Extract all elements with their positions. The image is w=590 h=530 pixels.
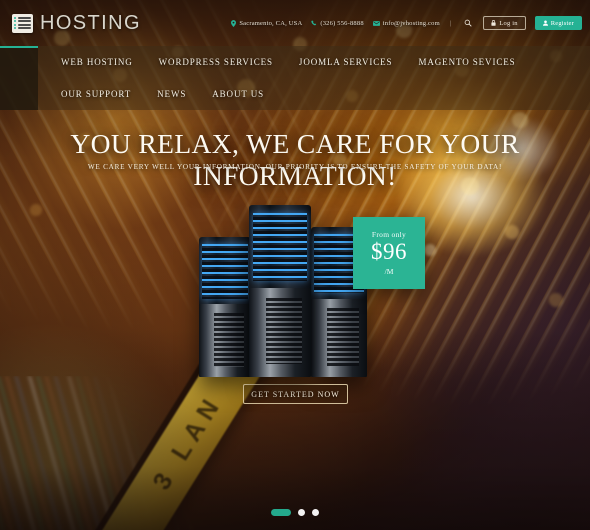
nav-item-web-hosting[interactable]: WEB HOSTING	[48, 46, 146, 78]
nav-item-our-support[interactable]: OUR SUPPORT	[48, 78, 144, 110]
price-amount: $96	[371, 239, 407, 265]
nav-item-joomla-services[interactable]: JOOMLA SERVICES	[286, 46, 406, 78]
server-rack-icon	[12, 13, 33, 33]
contact-location: Sacramento, CA, USA	[231, 20, 302, 27]
nav-item-about-us[interactable]: ABOUT US	[199, 78, 277, 110]
slider-dot-3[interactable]	[312, 509, 319, 516]
contact-email[interactable]: info@jvhosting.com	[372, 19, 440, 27]
envelope-icon	[372, 20, 380, 26]
nav-accent-block	[0, 46, 38, 110]
nav-item-magento-services[interactable]: MAGENTO SEVICES	[405, 46, 528, 78]
hero-headline: YOU RELAX, WE CARE FOR YOUR INFORMATION!	[70, 128, 520, 191]
map-pin-icon	[231, 19, 237, 27]
price-from-label: From only	[371, 230, 407, 240]
login-button[interactable]: Log in	[483, 16, 526, 30]
main-navigation: WEB HOSTING WORDPRESS SERVICES JOOMLA SE…	[0, 46, 590, 110]
top-bar: HOSTING Sacramento, CA, USA (326) 556-88…	[0, 0, 590, 46]
user-icon	[542, 20, 548, 26]
slider-dot-2[interactable]	[298, 509, 305, 516]
slider-dot-1[interactable]	[271, 509, 291, 516]
slider-pagination	[0, 509, 590, 516]
phone-icon	[311, 20, 317, 26]
price-badge: From only $96 /M	[353, 217, 425, 289]
nav-item-wordpress-services[interactable]: WORDPRESS SERVICES	[146, 46, 286, 78]
contact-location-text: Sacramento, CA, USA	[239, 19, 303, 27]
contact-email-text: info@jvhosting.com	[382, 19, 440, 27]
hero-subheadline: WE CARE VERY WELL YOUR INFORMATION, OUR …	[87, 163, 503, 171]
server-towers-illustration	[199, 205, 374, 377]
site-logo[interactable]: HOSTING	[12, 12, 141, 35]
register-button-label: Register	[550, 19, 574, 27]
contact-phone: (326) 556-8888	[311, 19, 364, 27]
server-tower-center	[249, 205, 311, 377]
search-icon[interactable]	[461, 17, 474, 30]
login-button-label: Log in	[499, 19, 518, 27]
server-tower-left	[199, 237, 251, 377]
get-started-button[interactable]: GET STARTED NOW	[243, 384, 348, 404]
lock-icon	[491, 20, 496, 26]
topbar-separator: |	[449, 19, 452, 27]
navigation-row: WEB HOSTING WORDPRESS SERVICES JOOMLA SE…	[0, 46, 590, 110]
top-bar-right: Sacramento, CA, USA (326) 556-8888 info@…	[231, 16, 582, 30]
price-period: /M	[384, 266, 394, 276]
register-button[interactable]: Register	[534, 16, 582, 30]
navigation-items: WEB HOSTING WORDPRESS SERVICES JOOMLA SE…	[38, 46, 590, 110]
contact-phone-text: (326) 556-8888	[320, 19, 364, 27]
site-logo-text: HOSTING	[40, 11, 141, 34]
nav-item-news[interactable]: NEWS	[144, 78, 199, 110]
